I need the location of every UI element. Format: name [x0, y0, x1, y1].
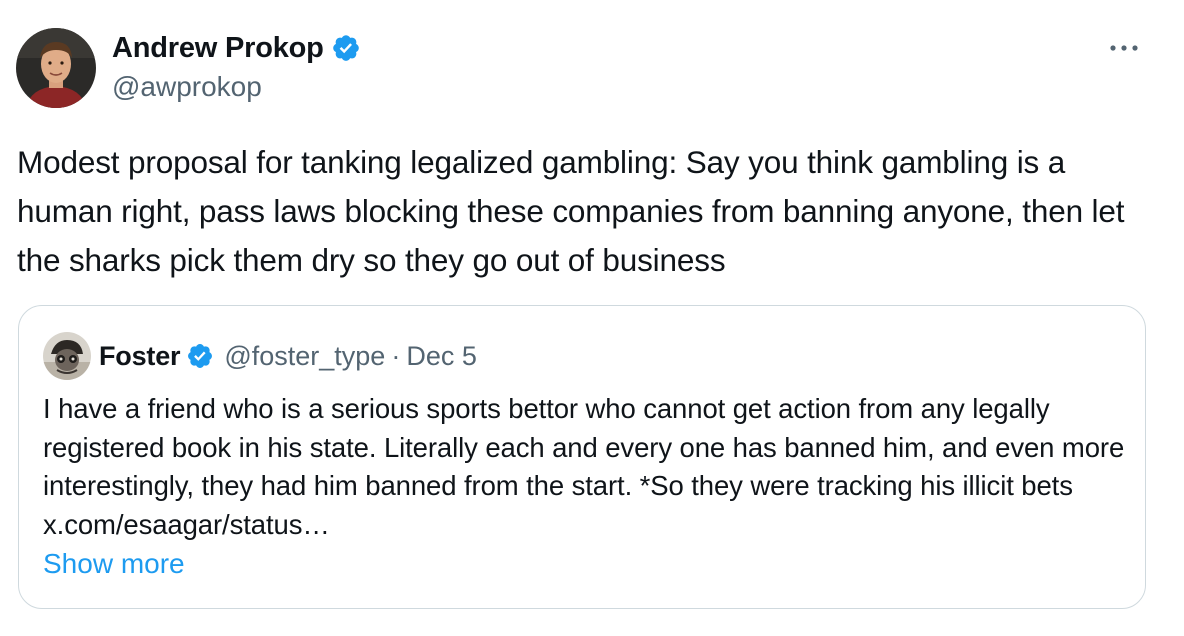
tweet-text: Modest proposal for tanking legalized ga…: [17, 144, 1125, 278]
quoted-tweet-text: I have a friend who is a serious sports …: [43, 393, 1125, 540]
verified-badge-icon: [186, 342, 214, 370]
user-avatar-icon: [16, 28, 96, 108]
quoted-author-display-name[interactable]: Foster: [99, 341, 181, 372]
author-avatar[interactable]: [16, 28, 96, 108]
quoted-date[interactable]: Dec 5: [406, 341, 477, 372]
author-display-name[interactable]: Andrew Prokop: [112, 32, 324, 65]
verified-badge-icon[interactable]: [331, 33, 361, 63]
quoted-tweet-header: Foster @foster_type · Dec 5: [43, 332, 477, 380]
tweet-header: Andrew Prokop @awprokop: [16, 28, 361, 108]
quoted-author-handle[interactable]: @foster_type: [224, 341, 385, 372]
more-options-button[interactable]: [1104, 30, 1144, 66]
author-handle[interactable]: @awprokop: [112, 71, 361, 103]
more-horizontal-icon: [1110, 45, 1138, 51]
quoted-user-avatar-icon: [43, 332, 91, 380]
quoted-tweet-card[interactable]: Foster @foster_type · Dec 5 I have a fri…: [18, 305, 1146, 609]
quoted-separator: ·: [391, 340, 401, 371]
quoted-author-avatar[interactable]: [43, 332, 91, 380]
tweet: Andrew Prokop @awprokop Modest proposal …: [0, 0, 1184, 636]
show-more-link[interactable]: Show more: [43, 548, 185, 580]
author-names: Andrew Prokop @awprokop: [112, 32, 361, 103]
author-name-row[interactable]: Andrew Prokop: [112, 32, 361, 65]
